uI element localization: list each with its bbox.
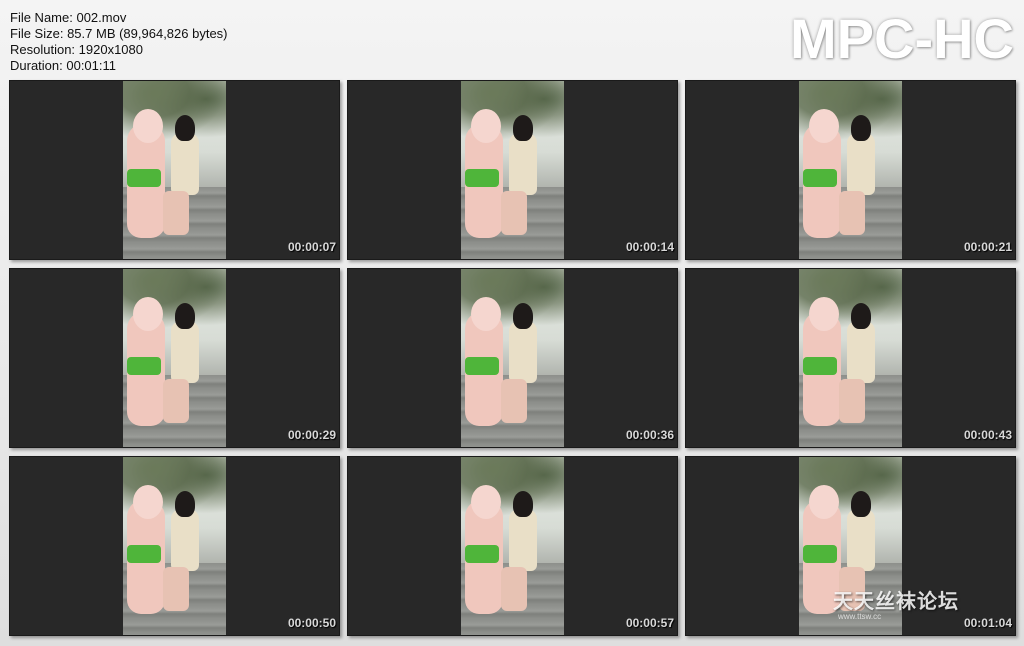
thumbnail-timestamp: 00:00:43 <box>963 428 1012 442</box>
video-frame <box>461 81 564 259</box>
thumbnail-timestamp: 00:00:57 <box>625 616 674 630</box>
watermark-url: www.ttsw.cc <box>838 612 882 621</box>
file-size: File Size: 85.7 MB (89,964,826 bytes) <box>10 26 228 41</box>
thumbnail-timestamp: 00:01:04 <box>963 616 1012 630</box>
thumbnail[interactable]: 00:00:57 <box>347 456 678 636</box>
thumbnail[interactable]: 00:00:36 <box>347 268 678 448</box>
video-frame <box>799 81 902 259</box>
thumbnail-timestamp: 00:00:21 <box>963 240 1012 254</box>
thumbnail-timestamp: 00:00:50 <box>287 616 336 630</box>
thumbnail-timestamp: 00:00:07 <box>287 240 336 254</box>
video-frame <box>461 457 564 635</box>
resolution: Resolution: 1920x1080 <box>10 42 143 57</box>
video-frame <box>123 457 226 635</box>
thumbnail-timestamp: 00:00:36 <box>625 428 674 442</box>
thumbnail[interactable]: 00:00:43 <box>685 268 1016 448</box>
watermark: 天天丝袜论坛 <box>833 589 959 613</box>
thumbnail[interactable]: 00:00:14 <box>347 80 678 260</box>
file-info: File Name: 002.mov File Size: 85.7 MB (8… <box>10 10 228 74</box>
video-frame <box>123 269 226 447</box>
thumbnail-timestamp: 00:00:29 <box>287 428 336 442</box>
video-frame <box>799 269 902 447</box>
file-name: File Name: 002.mov <box>10 10 127 25</box>
thumbnail-timestamp: 00:00:14 <box>625 240 674 254</box>
thumbnail-grid: 00:00:07 00:00:14 00:00:21 00:00:29 00:0… <box>9 80 1016 636</box>
thumbnail[interactable]: 00:00:29 <box>9 268 340 448</box>
thumbnail[interactable]: 00:00:07 <box>9 80 340 260</box>
thumbnail[interactable]: 00:00:21 <box>685 80 1016 260</box>
duration: Duration: 00:01:11 <box>10 58 116 73</box>
video-frame <box>123 81 226 259</box>
brand-logo: MPC-HC <box>790 7 1014 70</box>
video-frame <box>461 269 564 447</box>
thumbnail[interactable]: 00:00:50 <box>9 456 340 636</box>
